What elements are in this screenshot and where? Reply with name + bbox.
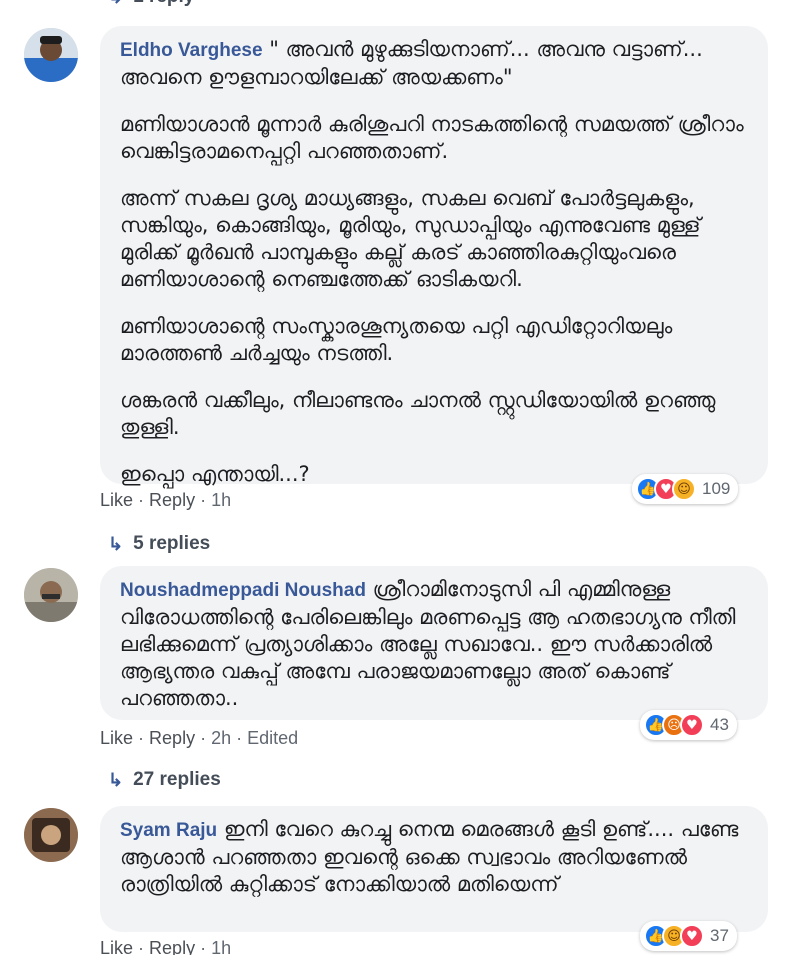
avatar[interactable] (24, 568, 78, 622)
separator: · (200, 728, 212, 748)
comment-actions: Like · Reply · 2h · Edited (100, 728, 298, 749)
comment-bubble: Syam Raju ഇനി വേറെ കുറച്ചു നെന്മ മെരങ്ങൾ… (100, 806, 768, 932)
edited-label[interactable]: Edited (247, 728, 298, 748)
comment-actions: Like · Reply · 1h (100, 938, 231, 955)
reactions-summary[interactable]: 👍 ☹ ♥ 43 (640, 710, 737, 740)
comment-author-link[interactable]: Syam Raju (120, 820, 217, 841)
replies-count-label: 27 replies (133, 769, 221, 790)
like-button[interactable]: Like (100, 938, 133, 955)
separator: · (200, 490, 212, 510)
avatar[interactable] (24, 808, 78, 862)
comment-text: Syam Raju ഇനി വേറെ കുറച്ചു നെന്മ മെരങ്ങൾ… (120, 817, 739, 896)
haha-icon: ☺ (672, 477, 696, 501)
reply-arrow-icon: ↳ (108, 769, 124, 790)
comment-text: Eldho Varghese " അവൻ മുഴുക്കുടിയനാണ്... … (120, 37, 703, 89)
comment-paragraph: ശങ്കരൻ വക്കീലും, നീലാണ്ടനും ചാനൽ സ്റ്റുഡ… (120, 388, 716, 439)
reply-button[interactable]: Reply (149, 938, 195, 955)
view-replies-link[interactable]: ↳ 27 replies (108, 769, 221, 791)
like-button[interactable]: Like (100, 728, 133, 748)
comment-paragraph: മണിയാശാൻ മൂന്നാർ കുരിശുപറി നാടകത്തിന്റെ … (120, 112, 744, 163)
comment-text: Noushadmeppadi Noushad ശ്രീറാമിനോടുസി പി… (120, 577, 736, 710)
avatar[interactable] (24, 28, 78, 82)
reaction-count: 43 (710, 715, 729, 734)
timestamp[interactable]: 2h (211, 728, 231, 748)
reaction-count: 109 (702, 479, 731, 498)
separator: · (236, 728, 248, 748)
like-button[interactable]: Like (100, 490, 133, 510)
reply-arrow-icon: ↳ (108, 0, 123, 8)
separator: · (138, 938, 150, 955)
replies-count-label: 1 reply (133, 0, 194, 8)
comment-author-link[interactable]: Eldho Varghese (120, 40, 263, 61)
separator: · (200, 938, 212, 955)
reactions-summary[interactable]: 👍 ♥ ☺ 109 (632, 474, 739, 504)
separator: · (138, 490, 150, 510)
comment-paragraph: മണിയാശാന്റെ സംസ്കാരശൂന്യതയെ പറ്റി എഡിറ്റ… (120, 314, 673, 365)
comment-bubble: Eldho Varghese " അവൻ മുഴുക്കുടിയനാണ്... … (100, 26, 768, 486)
timestamp[interactable]: 1h (211, 938, 231, 955)
comment-actions: Like · Reply · 1h (100, 490, 231, 511)
comment-author-link[interactable]: Noushadmeppadi Noushad (120, 580, 366, 601)
reply-button[interactable]: Reply (149, 490, 195, 510)
comment-paragraph: അന്ന് സകല ദൃശ്യ മാധ്യങ്ങളും, സകല വെബ് പോ… (120, 186, 701, 291)
view-replies-link[interactable]: ↳ 1 reply (108, 0, 194, 8)
reaction-count: 37 (710, 926, 729, 945)
separator: · (138, 728, 150, 748)
reactions-summary[interactable]: 👍 ☺ ♥ 37 (640, 921, 737, 951)
comment-bubble: Noushadmeppadi Noushad ശ്രീറാമിനോടുസി പി… (100, 566, 768, 720)
view-replies-link[interactable]: ↳ 5 replies (108, 533, 210, 555)
reply-arrow-icon: ↳ (108, 533, 124, 554)
love-icon: ♥ (680, 924, 704, 948)
reply-button[interactable]: Reply (149, 728, 195, 748)
timestamp[interactable]: 1h (211, 490, 231, 510)
love-icon: ♥ (680, 713, 704, 737)
replies-count-label: 5 replies (133, 533, 211, 554)
